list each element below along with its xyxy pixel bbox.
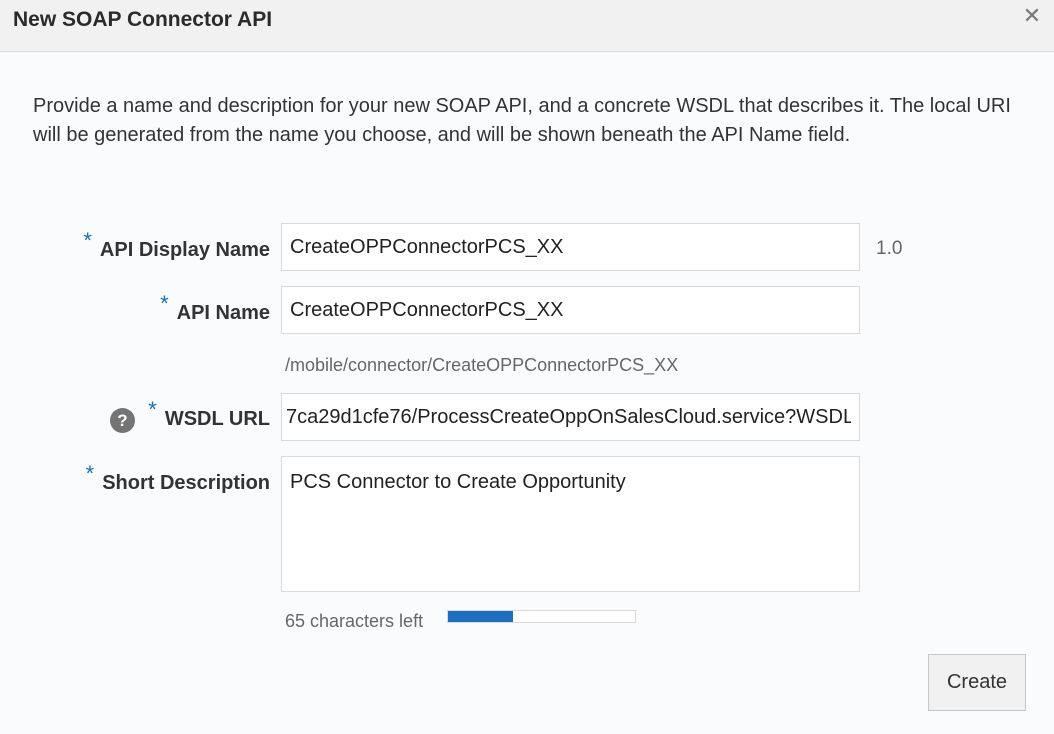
version-label: 1.0 (876, 238, 903, 259)
dialog-title: New SOAP Connector API (13, 8, 273, 31)
api-display-name-label-text: API Display Name (99, 239, 270, 261)
required-indicator: * (148, 397, 157, 422)
api-name-label: * API Name (0, 291, 270, 325)
short-description-textarea[interactable]: PCS Connector to Create Opportunity (281, 456, 860, 592)
characters-used-bar (447, 610, 636, 623)
required-indicator: * (85, 461, 95, 486)
dialog-header: New SOAP Connector API ✕ (0, 0, 1054, 52)
create-button[interactable]: Create (928, 654, 1026, 711)
wsdl-url-label-text: WSDL URL (164, 408, 270, 430)
api-display-name-label: * API Display Name (0, 228, 270, 262)
required-indicator: * (83, 228, 92, 253)
wsdl-url-label: * WSDL URL (0, 397, 270, 431)
local-uri: /mobile/connector/CreateOPPConnectorPCS_… (285, 355, 679, 375)
api-name-label-text: API Name (176, 302, 270, 324)
wsdl-url-input[interactable] (281, 393, 860, 441)
short-description-label: * Short Description (0, 461, 270, 495)
characters-used-bar-fill (448, 611, 514, 622)
intro-text: Provide a name and description for your … (33, 95, 1011, 146)
close-icon[interactable]: ✕ (1020, 4, 1044, 28)
characters-left-counter: 65 characters left (285, 611, 424, 631)
short-description-label-text: Short Description (102, 472, 270, 494)
required-indicator: * (160, 291, 169, 316)
api-display-name-input[interactable] (281, 223, 860, 271)
api-name-input[interactable] (281, 286, 860, 334)
